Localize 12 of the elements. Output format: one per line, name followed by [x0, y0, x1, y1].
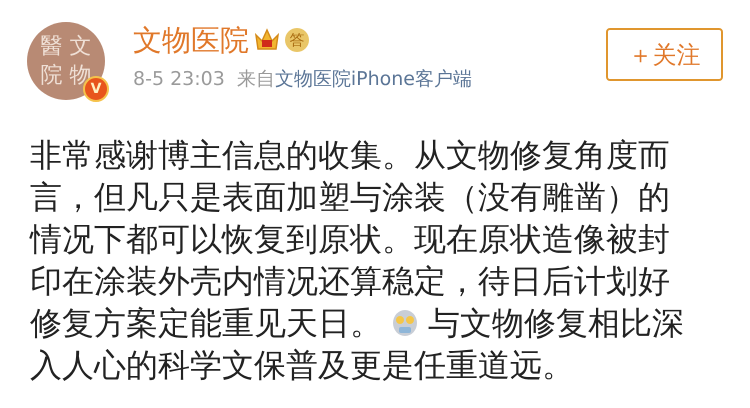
post-text: 与文物修复相比深 [428, 303, 684, 344]
post-time: 8-5 23:03 [133, 67, 225, 92]
source-label: 来自 [236, 67, 275, 92]
robot-emoji-icon [390, 308, 420, 338]
answer-badge: 答 [285, 28, 309, 52]
crown-icon [253, 27, 281, 53]
post-text: 入人心的科学文保普及更是任重道远。 [30, 345, 574, 386]
follow-button[interactable]: ＋关注 [606, 28, 723, 81]
post-text: 修复方案定能重见天日。 [30, 303, 382, 344]
source-link[interactable]: 文物医院iPhone客户端 [274, 66, 472, 92]
author-name[interactable]: 文物医院 [133, 22, 249, 58]
post-text: 非常感谢博主信息的收集。从文物修复角度而 言，但凡只是表面加塑与涂装（没有雕凿）的 情况下都可以恢复到原状。现在原状造像被封 印在涂装外壳内情况还算稳定，待日后计划好 [30, 135, 670, 302]
